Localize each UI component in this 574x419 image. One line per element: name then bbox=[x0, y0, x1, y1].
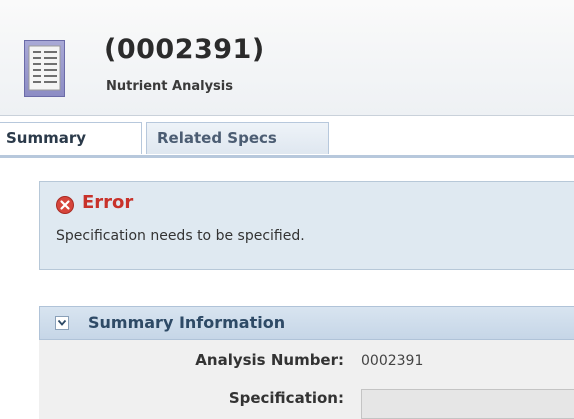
tab-related-specs[interactable]: Related Specs bbox=[146, 122, 329, 154]
document-list-icon bbox=[24, 40, 65, 97]
tab-bar: Summary Related Specs bbox=[0, 122, 574, 154]
specification-input[interactable] bbox=[361, 389, 574, 419]
chevron-down-icon bbox=[57, 319, 67, 326]
specification-label: Specification: bbox=[228, 389, 344, 407]
analysis-number-value: 0002391 bbox=[361, 353, 424, 369]
summary-information-header[interactable]: Summary Information bbox=[39, 306, 574, 340]
error-message: Specification needs to be specified. bbox=[56, 228, 305, 244]
analysis-number-label: Analysis Number: bbox=[195, 351, 344, 369]
tab-summary[interactable]: Summary bbox=[0, 122, 142, 154]
error-message-box: Error Specification needs to be specifie… bbox=[39, 181, 574, 270]
page-subtitle: Nutrient Analysis bbox=[106, 79, 233, 94]
collapse-toggle-button[interactable] bbox=[55, 316, 69, 330]
tab-divider bbox=[0, 155, 574, 158]
section-title: Summary Information bbox=[88, 313, 286, 332]
page-header: (0002391) Nutrient Analysis bbox=[0, 0, 574, 116]
page-title: (0002391) bbox=[104, 34, 265, 65]
error-circle-x-icon bbox=[56, 196, 74, 214]
error-title: Error bbox=[82, 192, 134, 213]
summary-information-body: Analysis Number: 0002391 Specification: bbox=[39, 340, 574, 419]
